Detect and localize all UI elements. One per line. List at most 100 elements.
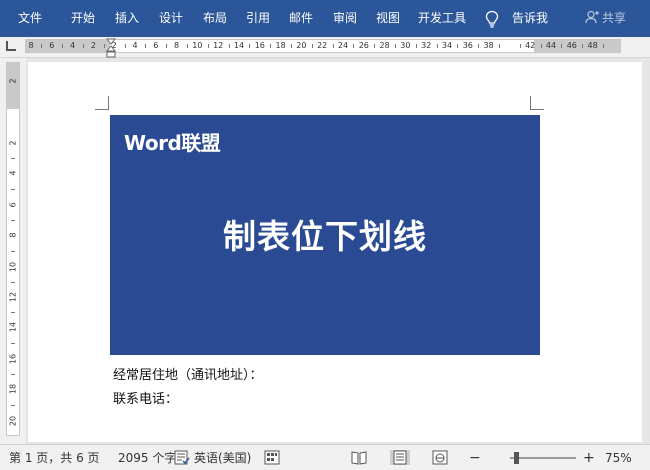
vertical-ruler-number: 8 bbox=[8, 232, 18, 238]
ruler-number: 36 bbox=[462, 41, 473, 50]
banner-logo: Word联盟 bbox=[124, 131, 221, 155]
ruler-number: 8 bbox=[28, 41, 34, 50]
vertical-ruler-number: 14 bbox=[8, 321, 18, 333]
vertical-ruler-tick bbox=[11, 374, 15, 375]
tab-view[interactable]: 视图 bbox=[376, 0, 400, 37]
ruler-number: 32 bbox=[421, 41, 432, 50]
ruler-tick bbox=[311, 44, 313, 48]
proofing-icon[interactable] bbox=[174, 450, 190, 465]
status-bar: 第 1 页，共 6 页 2095 个字 英语(美国) − + 75% bbox=[0, 444, 650, 470]
share-label: 共享 bbox=[602, 11, 627, 25]
macro-icon[interactable] bbox=[264, 450, 280, 465]
vertical-scrollbar[interactable] bbox=[642, 58, 650, 444]
zoom-slider[interactable] bbox=[510, 457, 576, 459]
ruler-number: 2 bbox=[90, 41, 96, 50]
tab-insert[interactable]: 插入 bbox=[115, 0, 139, 37]
ruler-tick bbox=[582, 44, 584, 48]
zoom-slider-thumb[interactable] bbox=[514, 452, 519, 464]
vertical-ruler-number: 12 bbox=[8, 291, 18, 303]
ruler-number: 38 bbox=[483, 41, 494, 50]
indent-marker-icon[interactable] bbox=[106, 37, 116, 59]
document-page[interactable]: Word联盟 制表位下划线 经常居住地（通讯地址）： 联系电话： bbox=[28, 62, 644, 442]
ruler-tick bbox=[353, 44, 355, 48]
ruler-number: 48 bbox=[587, 41, 598, 50]
ruler-tick bbox=[41, 44, 43, 48]
vertical-ruler-tick bbox=[11, 189, 15, 190]
person-icon bbox=[585, 10, 599, 24]
tab-developer[interactable]: 开发工具 bbox=[418, 0, 466, 37]
ruler-tick bbox=[436, 44, 438, 48]
ruler-number: 10 bbox=[192, 41, 203, 50]
vertical-ruler-number: 10 bbox=[8, 261, 18, 273]
vertical-ruler-number: 2 bbox=[8, 78, 18, 84]
ruler-tick bbox=[561, 44, 563, 48]
tab-design[interactable]: 设计 bbox=[159, 0, 183, 37]
ruler-number: 30 bbox=[400, 41, 411, 50]
vertical-ruler-tick bbox=[11, 251, 15, 252]
ruler-tick bbox=[62, 44, 64, 48]
ruler-number: 4 bbox=[70, 41, 76, 50]
ruler-tick bbox=[83, 44, 84, 48]
crop-mark-top-left bbox=[95, 96, 109, 110]
ruler-tick bbox=[415, 44, 417, 48]
ruler-tick bbox=[499, 44, 500, 48]
zoom-in-button[interactable]: + bbox=[583, 445, 595, 470]
tab-references[interactable]: 引用 bbox=[246, 0, 270, 37]
ruler-tick bbox=[249, 44, 251, 48]
ruler-tick bbox=[291, 44, 292, 48]
web-layout-icon[interactable] bbox=[432, 450, 448, 465]
ruler-number: 28 bbox=[379, 41, 390, 50]
language[interactable]: 英语(美国) bbox=[194, 445, 251, 470]
tab-mailings[interactable]: 邮件 bbox=[289, 0, 313, 37]
share-button[interactable]: 共享 bbox=[585, 0, 626, 37]
vertical-ruler[interactable]: 2 2 4 6 8 10 12 14 16 18 20 bbox=[6, 62, 20, 436]
ruler-tick bbox=[145, 44, 147, 48]
ruler-number: 22 bbox=[317, 41, 328, 50]
vertical-ruler-number: 6 bbox=[8, 202, 18, 208]
zoom-out-button[interactable]: − bbox=[469, 445, 481, 470]
vertical-ruler-tick bbox=[11, 158, 15, 159]
ruler-number: 42 bbox=[525, 41, 536, 50]
ribbon-tab-bar: 文件 开始 插入 设计 布局 引用 邮件 审阅 视图 开发工具 告诉我 共享 bbox=[0, 0, 650, 37]
ruler-number: 12 bbox=[213, 41, 224, 50]
ruler-tick bbox=[270, 44, 272, 48]
read-mode-icon[interactable] bbox=[351, 450, 367, 465]
ruler-number: 26 bbox=[358, 41, 369, 50]
ruler-tick bbox=[124, 44, 126, 48]
vertical-ruler-tick bbox=[11, 282, 15, 283]
ruler-number: 24 bbox=[337, 41, 349, 50]
vertical-ruler-number: 20 bbox=[8, 415, 18, 427]
ruler-tick bbox=[103, 44, 105, 48]
banner-title: 制表位下划线 bbox=[223, 217, 427, 256]
tab-file[interactable]: 文件 bbox=[18, 0, 42, 37]
lightbulb-icon[interactable] bbox=[484, 10, 500, 28]
vertical-ruler-tick bbox=[11, 405, 15, 406]
banner-image[interactable]: Word联盟 制表位下划线 bbox=[110, 115, 540, 355]
ruler-tick bbox=[228, 44, 230, 48]
tab-review[interactable]: 审阅 bbox=[333, 0, 357, 37]
tell-me-box[interactable]: 告诉我 bbox=[512, 0, 548, 37]
body-text-line[interactable]: 经常居住地（通讯地址）： bbox=[113, 364, 263, 383]
print-layout-icon[interactable] bbox=[390, 450, 410, 465]
vertical-ruler-tick bbox=[11, 343, 15, 344]
zoom-level[interactable]: 75% bbox=[605, 445, 632, 470]
ruler-tick bbox=[332, 44, 334, 48]
body-text-line[interactable]: 联系电话： bbox=[113, 388, 178, 407]
left-margin-area bbox=[26, 40, 110, 52]
word-count[interactable]: 2095 个字 bbox=[118, 445, 176, 470]
tab-stop-selector[interactable] bbox=[6, 41, 16, 51]
tab-home[interactable]: 开始 bbox=[71, 0, 95, 37]
ruler-tick bbox=[187, 44, 188, 48]
ruler-tick bbox=[166, 44, 168, 48]
ruler-number: 20 bbox=[296, 41, 307, 50]
tab-layout[interactable]: 布局 bbox=[203, 0, 227, 37]
ruler-number: 16 bbox=[254, 41, 265, 50]
ruler-number: 6 bbox=[49, 41, 55, 50]
ruler-tick bbox=[519, 44, 521, 48]
ruler-number: 14 bbox=[233, 41, 245, 50]
ruler-number: 4 bbox=[132, 41, 138, 50]
page-count[interactable]: 第 1 页，共 6 页 bbox=[9, 445, 100, 470]
ruler-number: 34 bbox=[441, 41, 453, 50]
ruler-number: 44 bbox=[545, 41, 557, 50]
vertical-ruler-number: 4 bbox=[8, 170, 18, 176]
